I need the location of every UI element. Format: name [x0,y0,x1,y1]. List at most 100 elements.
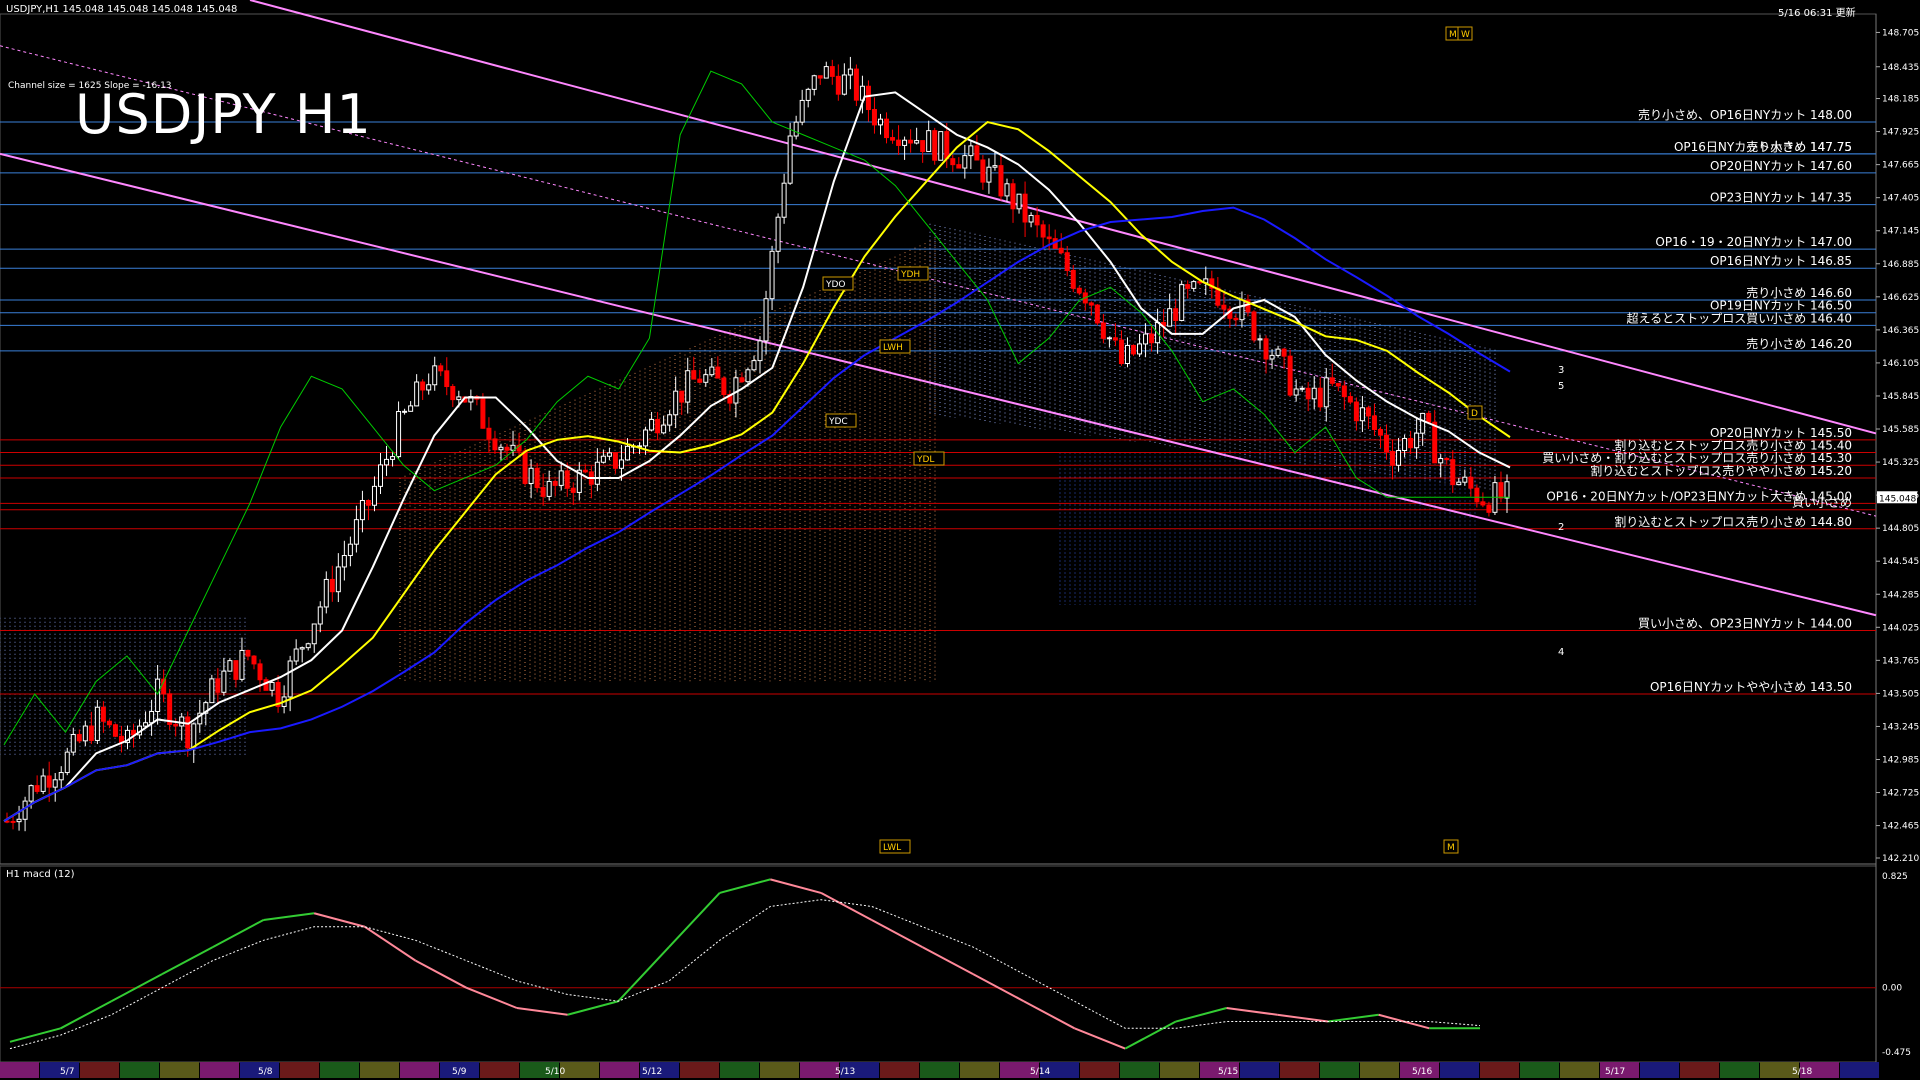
candle-body [896,139,902,146]
candle-body [179,716,185,727]
candle-body [1305,387,1311,400]
candle-body [1450,459,1456,486]
annotation-label: YDL [916,455,934,465]
date-axis-segment [1560,1062,1599,1078]
candle-body [1432,421,1438,464]
candle-body [16,818,22,823]
date-axis-segment [80,1062,119,1078]
candle-body [570,487,576,493]
candle-body [58,772,64,781]
candle-body [1221,304,1227,310]
price-tick-label: 146.625 [1882,293,1919,303]
candle-body [582,469,588,473]
candle-body [920,140,926,152]
candle-body [311,623,317,645]
candle-body [552,480,558,486]
candle-body [100,706,106,722]
candle-body [1233,317,1239,321]
candle-body [564,470,570,489]
candle-body [233,660,239,680]
macd-segment [1124,1020,1177,1050]
candle-body [871,109,877,126]
candle-body [1329,377,1335,384]
candle-body [1179,284,1185,321]
symbol-info: USDJPY,H1 145.048 145.048 145.048 145.04… [6,4,238,15]
date-axis: 5/7 5/8 5/9 5/10 5/12 5/13 5/14 5/15 5/16 5/17 5/1… [0,1062,1879,1078]
candle-body [1402,437,1408,452]
level-label: 売り小さめ 146.20 [1746,336,1852,351]
candle-body [329,578,335,593]
candle-body [739,377,745,383]
candle-body [22,800,28,820]
candle-body [799,99,805,123]
candle-body [323,578,329,608]
macd-segment [465,986,518,1009]
macd-segment [770,878,822,894]
candle-body [1070,269,1076,289]
price-tick-label: 148.185 [1882,95,1919,105]
price-tick-label: 145.325 [1882,458,1919,468]
macd-segment [1023,1000,1075,1030]
date-label: 5/18 [1792,1067,1812,1077]
candle-body [1462,476,1468,483]
candle-body [378,464,383,487]
price-tick-label: 144.805 [1882,524,1919,534]
macd-segment [60,1000,112,1030]
date-axis-segment [360,1062,399,1078]
macd-segment [1277,1013,1329,1023]
candle-body [1384,434,1390,452]
price-tick-label: 146.885 [1882,260,1919,270]
candle-body [1263,338,1269,360]
candle-body [504,446,510,451]
candle-body [594,461,600,485]
candle-body [209,678,215,704]
candle-body [438,365,444,372]
channel-upper [249,0,1877,435]
candle-body [1438,458,1444,464]
candle-body [317,606,323,625]
level-label: OP23日NYカット 147.35 [1710,191,1852,205]
candle-body [1124,344,1130,365]
candle-body [34,785,40,792]
annotation-label: LWH [883,343,903,353]
candle-body [974,145,980,161]
candle-body [46,775,52,788]
date-label: 5/7 [60,1067,74,1077]
date-axis-segment [960,1062,999,1078]
level-label: 割り込むとストップロス売り小さめ 144.80 [1614,514,1852,529]
price-tick-label: 142.465 [1882,822,1919,832]
candle-body [1317,387,1323,408]
candle-body [1377,428,1383,436]
candle-body [1474,487,1480,503]
candle-body [841,74,847,95]
candle-body [1167,308,1173,327]
price-tick-label: 145.585 [1882,425,1919,435]
candle-body [456,396,462,401]
candle-body [1390,450,1396,466]
candle-body [94,706,100,741]
candle-body [853,68,859,101]
candle-body [709,366,715,376]
candle-body [534,467,540,489]
level-label: OP16日NYカットやや小さめ 143.50 [1650,680,1852,694]
annotation-label: YDO [825,280,846,290]
candle-body [1100,322,1106,339]
price-tick-label: 142.210 [1882,854,1919,864]
macd-segment [1327,1013,1379,1023]
candle-body [1058,247,1064,254]
candle-body [353,519,359,545]
price-tick-label: 145.845 [1882,392,1919,402]
candle-body [1498,482,1504,499]
candle-body [371,485,377,506]
candle-body [384,458,390,466]
macd-title: H1 macd (12) [6,869,75,880]
candle-body [691,370,697,380]
date-axis-segment [1840,1062,1879,1078]
candle-body [299,647,305,650]
candle-body [805,88,811,101]
candle-body [697,378,703,383]
date-axis-segment [1360,1062,1399,1078]
candle-body [245,649,251,657]
candle-body [1365,407,1371,417]
candle-body [673,390,679,416]
